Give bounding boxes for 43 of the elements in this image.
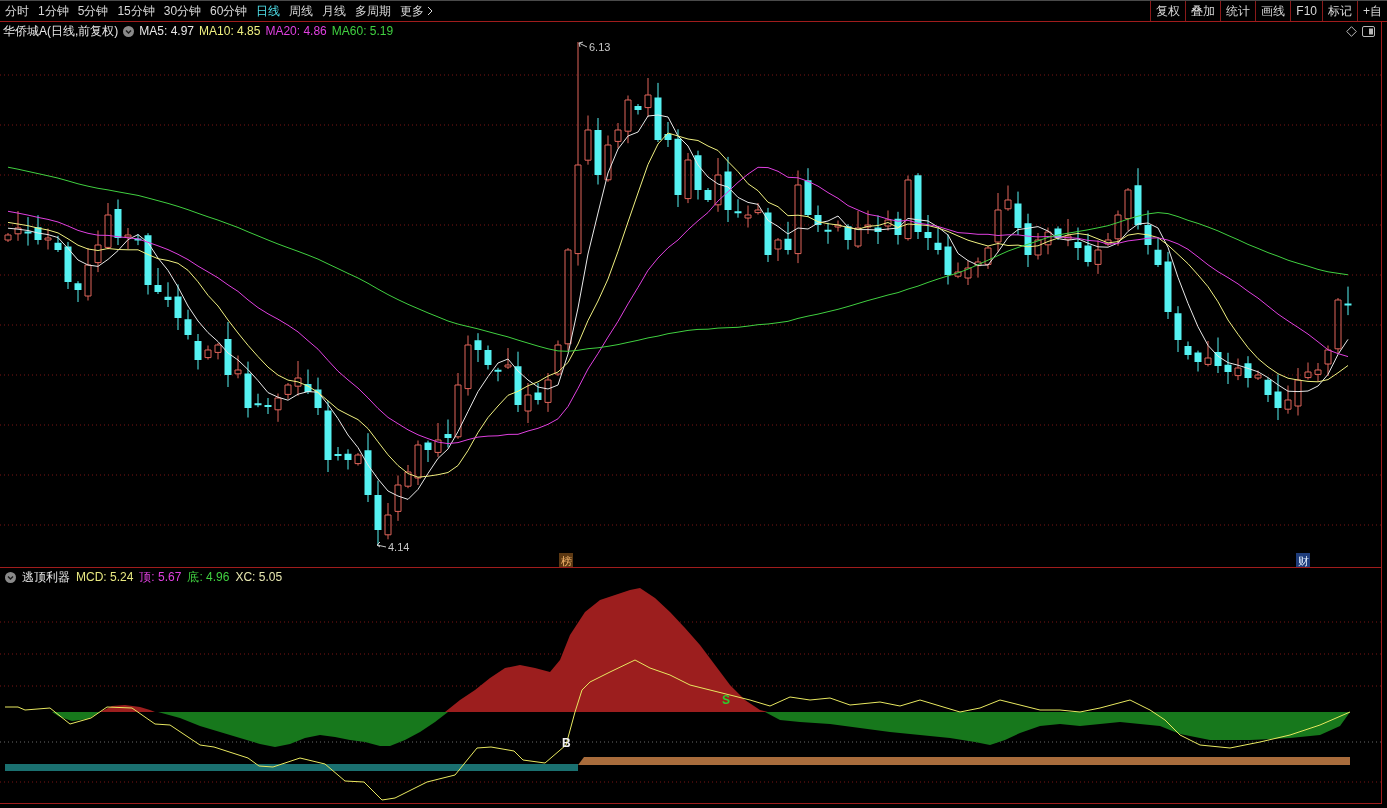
upper-area (100, 705, 155, 712)
chevron-down-icon[interactable] (123, 25, 135, 37)
toolbar-button[interactable]: 画线 (1255, 1, 1291, 21)
period-tab[interactable]: 60分钟 (210, 4, 248, 18)
period-tab[interactable]: 月线 (322, 4, 347, 18)
period-tab[interactable]: 15分钟 (117, 4, 155, 18)
indicator-value: MCD: 5.24 (76, 570, 134, 584)
period-tab[interactable]: 日线 (256, 4, 281, 18)
diamond-icon[interactable] (1346, 25, 1357, 37)
period-tab[interactable]: 多周期 (355, 4, 392, 18)
leader-line (578, 41, 588, 48)
ma-legend: MA10: 4.85 (199, 24, 261, 38)
chevron-right-icon (427, 6, 434, 16)
toolbar-button[interactable]: 叠加 (1185, 1, 1221, 21)
low-price-label: 4.14 (388, 541, 410, 553)
period-tab[interactable]: 周线 (289, 4, 314, 18)
event-marker[interactable]: 财 (1296, 553, 1310, 567)
buy-signal-label: B (562, 736, 571, 750)
leader-line (376, 541, 387, 548)
ma-legend: MA60: 5.19 (331, 24, 394, 38)
chart-title: 华侨城A(日线,前复权) (3, 22, 119, 40)
lower-area (52, 712, 100, 721)
event-marker[interactable]: 榜 (559, 553, 573, 567)
indicator-title: 逃顶利器 (22, 568, 70, 586)
indicator-value: 顶: 5.67 (139, 568, 182, 586)
toolbar-button[interactable]: F10 (1290, 1, 1322, 21)
period-tab[interactable]: 分时 (5, 4, 29, 18)
toolbar-button[interactable]: 标记 (1322, 1, 1357, 21)
period-tab[interactable]: 1分钟 (38, 4, 69, 18)
indicator-value: 底: 4.96 (187, 568, 230, 586)
ma-legend: MA20: 4.86 (265, 24, 327, 38)
high-price-label: 6.13 (589, 41, 611, 53)
indicator-value: XC: 5.05 (235, 570, 283, 584)
toolbar-button[interactable]: +自 (1357, 1, 1387, 21)
chevron-down-icon[interactable] (5, 571, 16, 583)
sell-signal-label: S (722, 693, 730, 707)
period-tab[interactable]: 5分钟 (77, 4, 109, 18)
panel-icon[interactable] (1362, 25, 1375, 37)
toolbar-button[interactable]: 复权 (1150, 1, 1186, 21)
toolbar-button[interactable]: 统计 (1220, 1, 1256, 21)
ma-legend: MA5: 4.97 (139, 24, 195, 38)
period-tab[interactable]: 更多 (400, 4, 434, 18)
period-tab[interactable]: 30分钟 (163, 4, 202, 18)
